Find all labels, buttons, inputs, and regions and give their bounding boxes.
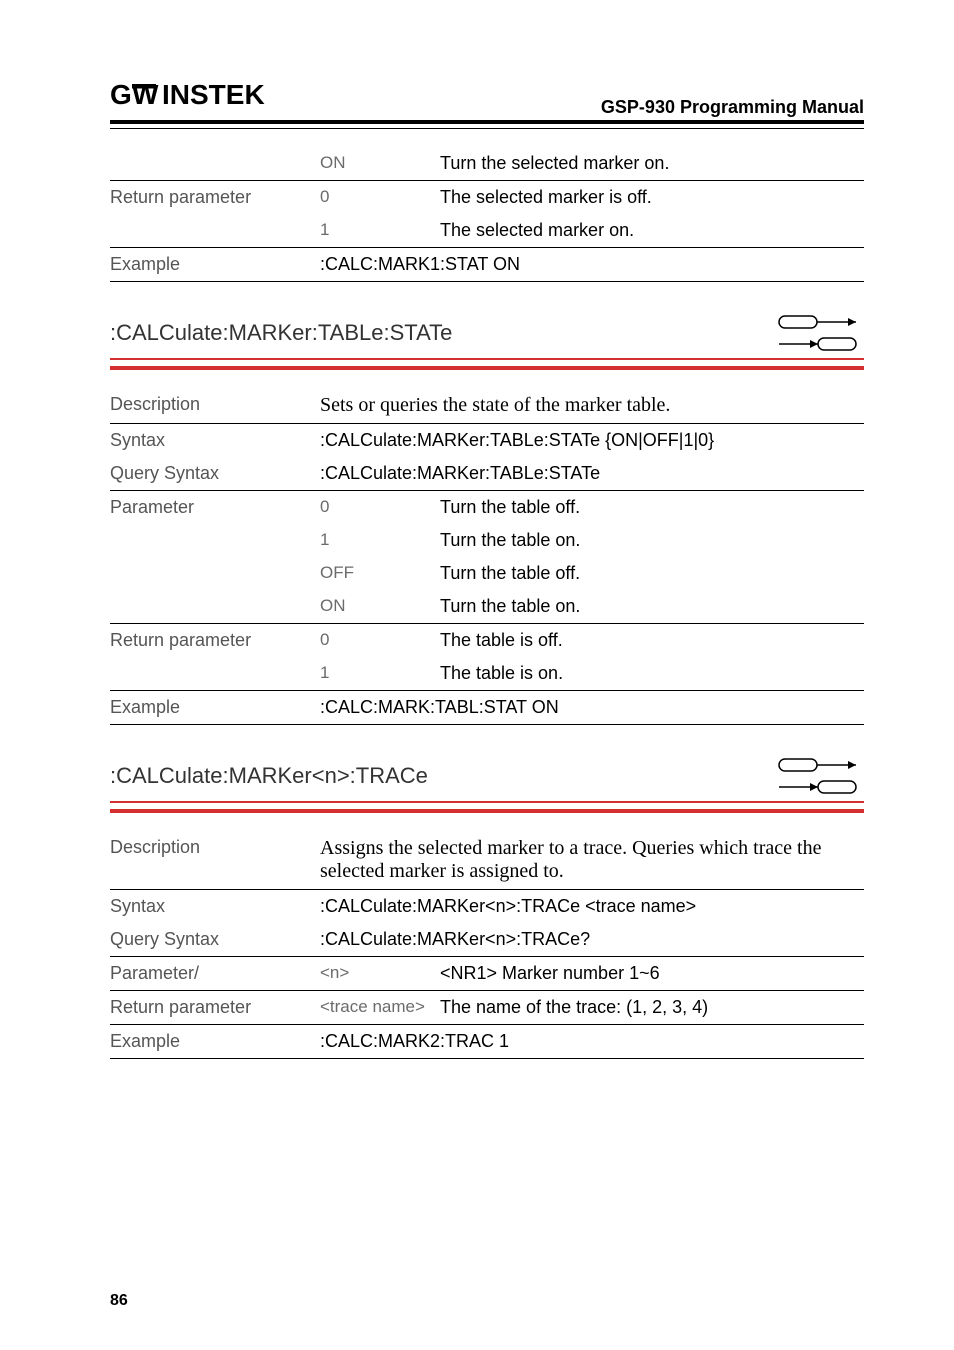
return-key: 0 — [320, 624, 440, 658]
desc-label: Description — [110, 831, 320, 890]
brand-logo: G W INSTEK — [110, 80, 290, 118]
svg-text:G: G — [110, 80, 131, 110]
param-val: <NR1> Marker number 1~6 — [440, 957, 864, 991]
query-label: Query Syntax — [110, 457, 320, 491]
sec2-table: Description Assigns the selected marker … — [110, 831, 864, 1059]
header-row: G W INSTEK GSP-930 Programming Manual — [110, 80, 864, 124]
cell-label — [110, 147, 320, 181]
param-label: Return parameter — [110, 991, 320, 1025]
param-key: 1 — [320, 524, 440, 557]
section-underline — [110, 809, 864, 813]
example-label: Example — [110, 1025, 320, 1059]
desc-val: Sets or queries the state of the marker … — [320, 388, 864, 424]
desc-val: Assigns the selected marker to a trace. … — [320, 831, 864, 890]
section-name: :CALCulate:MARKer:TABLe:STATe — [110, 320, 774, 346]
cell-key: 1 — [320, 214, 440, 248]
query-icon — [774, 334, 864, 354]
example-val: :CALC:MARK:TABL:STAT ON — [320, 691, 864, 725]
logo-svg: G W INSTEK — [110, 80, 290, 110]
param-key: 0 — [320, 491, 440, 525]
doc-title: GSP-930 Programming Manual — [601, 97, 864, 118]
page: G W INSTEK GSP-930 Programming Manual ON… — [0, 0, 954, 1350]
param-val: Turn the table off. — [440, 491, 864, 525]
param-key: <trace name> — [320, 991, 440, 1025]
query-val: :CALCulate:MARKer<n>:TRACe? — [320, 923, 864, 957]
return-label: Return parameter — [110, 624, 320, 658]
cell-label — [110, 214, 320, 248]
set-icon — [774, 312, 864, 332]
svg-text:INSTEK: INSTEK — [162, 80, 265, 110]
section-title-2: :CALCulate:MARKer<n>:TRACe — [110, 755, 864, 803]
query-icon — [774, 777, 864, 797]
example-label: Example — [110, 248, 320, 282]
cell-val: The selected marker on. — [440, 214, 864, 248]
syntax-val: :CALCulate:MARKer<n>:TRACe <trace name> — [320, 890, 864, 924]
return-val: The table is on. — [440, 657, 864, 691]
param-key: ON — [320, 590, 440, 624]
syntax-val: :CALCulate:MARKer:TABLe:STATe {ON|OFF|1|… — [320, 424, 864, 458]
param-label: Parameter — [110, 491, 320, 525]
param-key: <n> — [320, 957, 440, 991]
sec1-table: Description Sets or queries the state of… — [110, 388, 864, 725]
set-icon — [774, 755, 864, 775]
cell-key: ON — [320, 147, 440, 181]
set-query-icons — [774, 755, 864, 797]
example-val: :CALC:MARK1:STAT ON — [320, 248, 864, 282]
desc-label: Description — [110, 388, 320, 424]
section-name: :CALCulate:MARKer<n>:TRACe — [110, 763, 774, 789]
cell-label: Return parameter — [110, 181, 320, 215]
header-rule — [110, 128, 864, 129]
param-val: The name of the trace: (1, 2, 3, 4) — [440, 991, 864, 1025]
cell-val: The selected marker is off. — [440, 181, 864, 215]
page-number: 86 — [110, 1292, 128, 1310]
set-query-icons — [774, 312, 864, 354]
cell-key: 0 — [320, 181, 440, 215]
param-key: OFF — [320, 557, 440, 590]
return-key: 1 — [320, 657, 440, 691]
syntax-label: Syntax — [110, 890, 320, 924]
syntax-label: Syntax — [110, 424, 320, 458]
param-val: Turn the table on. — [440, 524, 864, 557]
section-underline — [110, 366, 864, 370]
return-val: The table is off. — [440, 624, 864, 658]
cell-val: Turn the selected marker on. — [440, 147, 864, 181]
section-title-1: :CALCulate:MARKer:TABLe:STATe — [110, 312, 864, 360]
query-val: :CALCulate:MARKer:TABLe:STATe — [320, 457, 864, 491]
param-label: Parameter/ — [110, 957, 320, 991]
example-val: :CALC:MARK2:TRAC 1 — [320, 1025, 864, 1059]
query-label: Query Syntax — [110, 923, 320, 957]
param-val: Turn the table on. — [440, 590, 864, 624]
param-val: Turn the table off. — [440, 557, 864, 590]
top-table: ON Turn the selected marker on. Return p… — [110, 147, 864, 282]
example-label: Example — [110, 691, 320, 725]
